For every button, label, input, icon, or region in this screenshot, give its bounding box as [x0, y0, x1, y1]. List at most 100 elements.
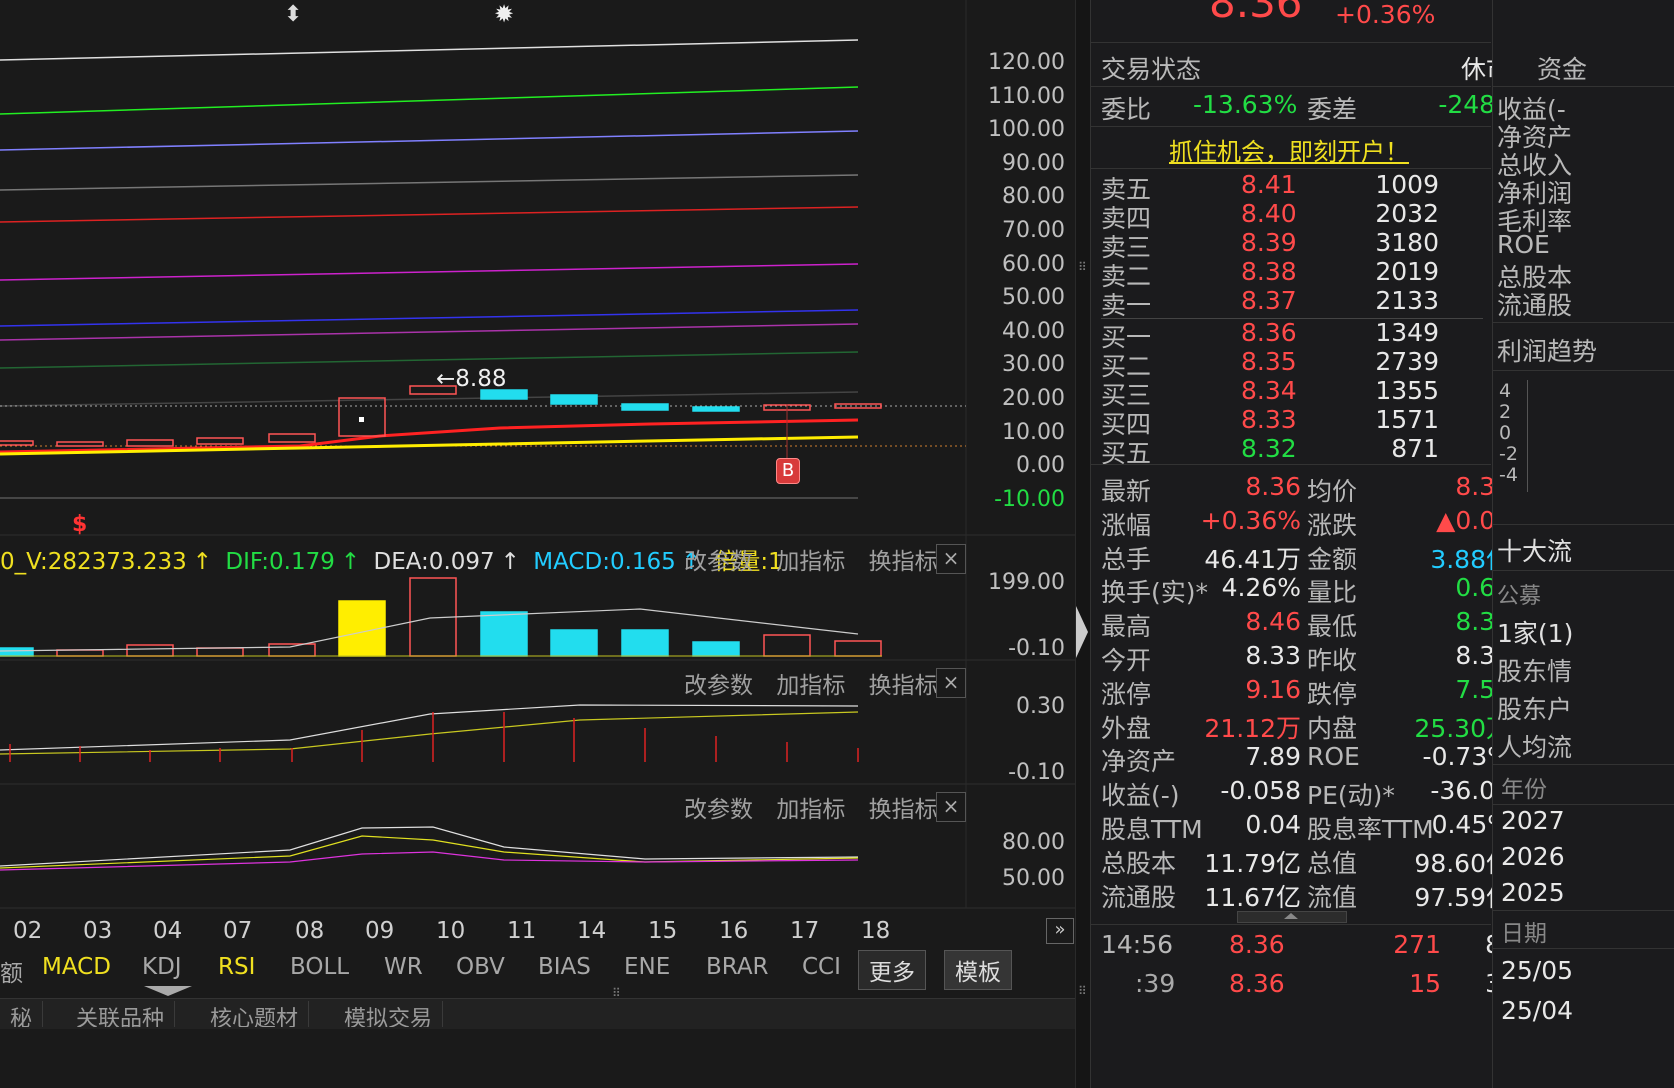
- price-axis-label: 90.00: [1002, 150, 1065, 176]
- tab-cci[interactable]: CCI: [802, 954, 841, 980]
- stat-label: 总手: [1101, 544, 1152, 574]
- date-tick: 16: [719, 918, 749, 944]
- stat-value: -0.058: [1220, 776, 1301, 806]
- order-book-row[interactable]: 卖一 8.37 2133: [1101, 286, 1511, 320]
- weibi-value: -13.63%: [1193, 90, 1298, 119]
- top10-label: 十大流: [1497, 537, 1573, 566]
- double-chevron-right-icon[interactable]: »: [1046, 918, 1074, 944]
- order-price: 8.36: [1241, 318, 1297, 347]
- tab-obv[interactable]: OBV: [456, 954, 505, 980]
- stat-value: 11.79亿: [1204, 848, 1301, 878]
- sun-icon[interactable]: ✹: [494, 0, 514, 28]
- tab-boll[interactable]: BOLL: [290, 954, 349, 980]
- switch-indicator-button[interactable]: 换指标: [869, 673, 938, 699]
- divider: [1091, 464, 1491, 465]
- tab-wr[interactable]: WR: [384, 954, 423, 980]
- scroll-bar[interactable]: [1237, 911, 1347, 923]
- bottom-tab-topics[interactable]: 核心题材: [200, 1001, 310, 1027]
- quote-stat-row: 收益(-) -0.058 PE(动)* -36.04: [1101, 776, 1511, 810]
- panel-splitter[interactable]: ⠿ ⠿: [1075, 0, 1090, 1088]
- holder-label-1: 股东情: [1497, 657, 1573, 686]
- fundamental-item-label: ROE: [1497, 230, 1550, 259]
- order-book-row[interactable]: 买五 8.32 871: [1101, 434, 1511, 468]
- order-volume: 871: [1391, 434, 1439, 463]
- fund-count[interactable]: 1家(1): [1497, 614, 1573, 650]
- trend-axis-label: 2: [1499, 401, 1512, 423]
- quote-stat-row: 最高 8.46 最低 8.31: [1101, 607, 1511, 641]
- divider: [1493, 804, 1674, 805]
- stat-label: 股息率TTM: [1307, 815, 1434, 844]
- tab-ene[interactable]: ENE: [624, 954, 670, 980]
- stat-value: 8.46: [1245, 607, 1301, 637]
- bottom-tab-related[interactable]: 关联品种: [66, 1001, 176, 1027]
- stat-label: 量比: [1307, 578, 1358, 608]
- more-button[interactable]: 更多: [858, 950, 926, 990]
- macd-value: MACD:0.165: [533, 549, 676, 575]
- tick-time: 14:56: [1101, 930, 1174, 959]
- close-indicator1-icon[interactable]: ×: [936, 544, 966, 574]
- tab-amount[interactable]: 额: [0, 954, 23, 988]
- switch-indicator-button[interactable]: 换指标: [869, 549, 938, 575]
- close-indicator2-icon[interactable]: ×: [936, 668, 966, 698]
- indicator1-buttons: 改参数 加指标 换指标: [668, 542, 938, 576]
- ma-line: [0, 263, 859, 281]
- quote-stat-row: 净资产 7.89 ROE -0.73%: [1101, 742, 1511, 776]
- arrow-updown-icon[interactable]: ⬍: [284, 2, 302, 27]
- tab-rsi[interactable]: RSI: [218, 954, 255, 980]
- bottom-tab-sim-trade[interactable]: 模拟交易: [334, 1001, 444, 1027]
- ind1-axis-top: 199.00: [988, 570, 1065, 595]
- divider: [1493, 948, 1674, 949]
- stat-value: 11.67亿: [1204, 882, 1301, 912]
- quote-stat-row: 今开 8.33 昨收 8.33: [1101, 641, 1511, 675]
- scroll-up-icon[interactable]: [1284, 913, 1298, 919]
- candle: [550, 394, 598, 405]
- bottom-tab-mijue[interactable]: 秘: [0, 1001, 44, 1027]
- order-price: 8.35: [1241, 347, 1297, 376]
- buy-marker[interactable]: B: [776, 458, 800, 484]
- weibi-label: 委比: [1101, 95, 1152, 124]
- quote-stat-row: 总手 46.41万 金额 3.88亿: [1101, 540, 1511, 574]
- add-indicator-button[interactable]: 加指标: [776, 673, 845, 699]
- sell-marker[interactable]: $: [72, 512, 87, 537]
- quote-panel: 8.36 +0.36% 交易状态 休市 委比 -13.63% 委差 -2488 …: [1090, 0, 1511, 1088]
- change-param-button[interactable]: 改参数: [684, 673, 753, 699]
- stat-label: 股息TTM: [1101, 815, 1203, 844]
- order-level-label: 卖一: [1101, 291, 1152, 320]
- close-indicator3-icon[interactable]: ×: [936, 792, 966, 822]
- change-param-button[interactable]: 改参数: [684, 797, 753, 823]
- tab-macd[interactable]: MACD: [42, 954, 111, 980]
- tick-time: :39: [1135, 969, 1176, 998]
- collapse-arrow-icon[interactable]: [144, 986, 192, 996]
- switch-indicator-button[interactable]: 换指标: [869, 797, 938, 823]
- template-button[interactable]: 模板: [944, 950, 1012, 990]
- order-price: 8.39: [1241, 228, 1297, 257]
- add-indicator-button[interactable]: 加指标: [776, 797, 845, 823]
- stat-label: 昨收: [1307, 646, 1358, 675]
- kline-chart-area[interactable]: ⬍ ✹ 120.00 110.00 100.00 90.00 80.00 70.00 60.…: [0, 0, 1075, 1088]
- year-2025: 2025: [1501, 878, 1565, 907]
- stat-label: 涨幅: [1101, 510, 1152, 540]
- stat-label: 总值: [1307, 848, 1358, 878]
- date-tick: 08: [295, 918, 325, 944]
- tick-row: :398.36153: [1101, 969, 1511, 1003]
- stat-label: 外盘: [1101, 713, 1152, 743]
- year-2027: 2027: [1501, 806, 1565, 835]
- tab-brar[interactable]: BRAR: [706, 954, 769, 980]
- trend-axis-label: 4: [1499, 380, 1512, 402]
- candle-dot: [359, 417, 364, 422]
- price-axis-label: 120.00: [988, 50, 1065, 75]
- tick-volume: 271: [1393, 930, 1441, 959]
- date-tick: 04: [153, 918, 183, 944]
- weibi-row: 委比 -13.63% 委差 -2488: [1101, 90, 1511, 124]
- stat-value: 9.16: [1245, 674, 1301, 704]
- expand-panel-icon[interactable]: [1076, 606, 1088, 658]
- open-account-promo-link[interactable]: 抓住机会，即刻开户！: [1169, 132, 1409, 167]
- stat-value: 8.33: [1245, 641, 1301, 670]
- order-volume: 1349: [1375, 318, 1439, 347]
- fund-header[interactable]: 资金: [1537, 50, 1587, 86]
- change-param-button[interactable]: 改参数: [684, 549, 753, 575]
- tab-bias[interactable]: BIAS: [538, 954, 591, 980]
- trade-status-row: 交易状态 休市: [1101, 50, 1511, 84]
- add-indicator-button[interactable]: 加指标: [776, 549, 845, 575]
- tab-kdj[interactable]: KDJ: [142, 954, 182, 980]
